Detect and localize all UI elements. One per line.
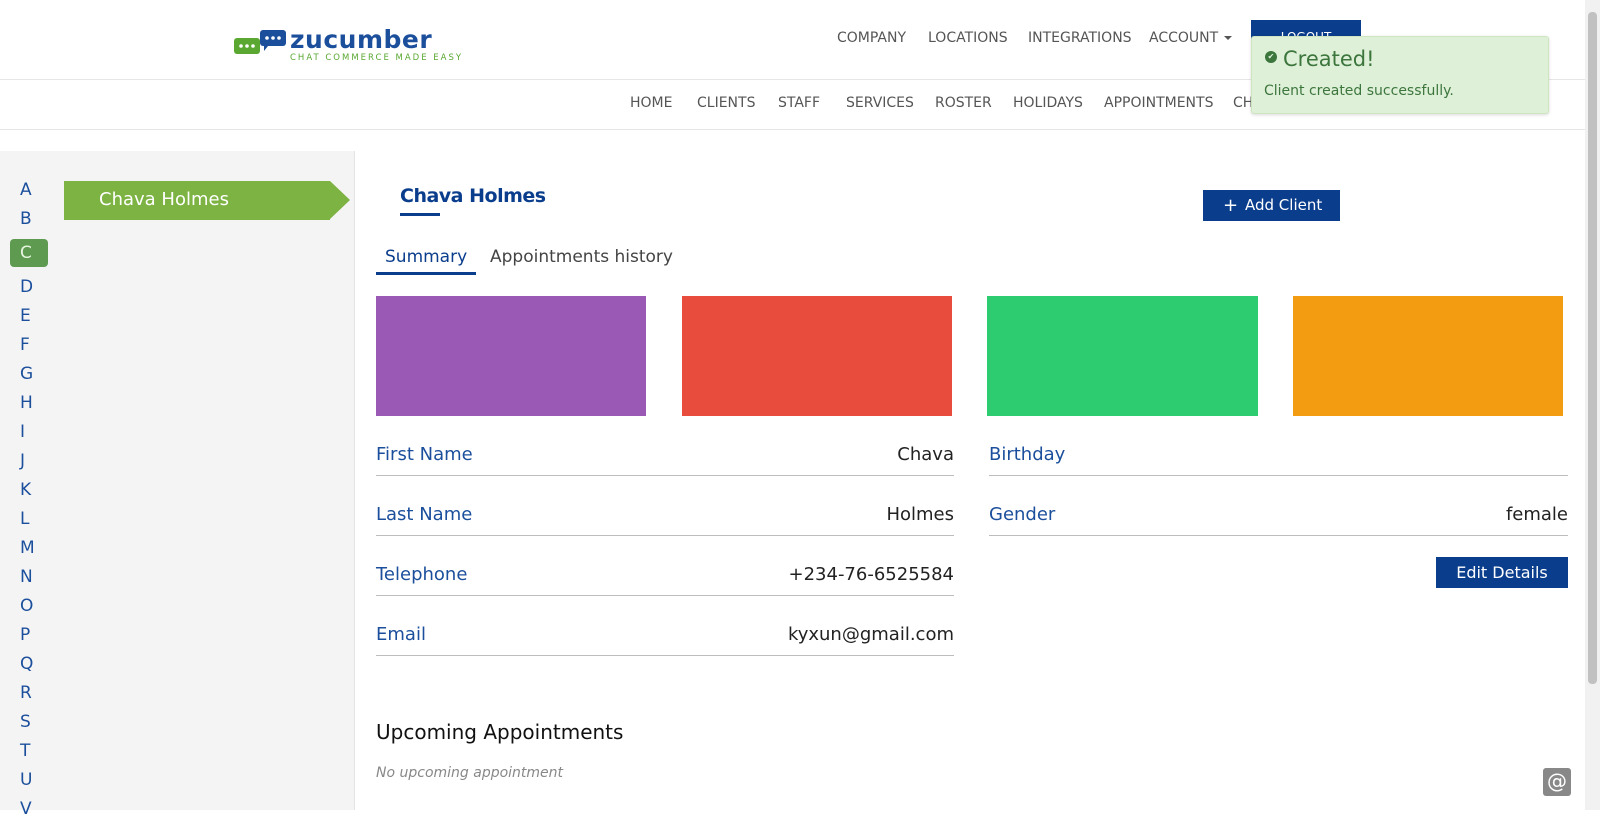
- client-list-item[interactable]: Chava Holmes: [64, 181, 350, 220]
- success-toast[interactable]: ✔ Created! Client created successfully.: [1251, 36, 1549, 114]
- letter-i[interactable]: I: [10, 418, 48, 446]
- at-icon[interactable]: @: [1543, 768, 1571, 796]
- telephone-label: Telephone: [376, 564, 468, 585]
- email-value: kyxun@gmail.com: [787, 624, 954, 645]
- tab-appointments-history[interactable]: Appointments history: [490, 247, 673, 267]
- nav-account[interactable]: ACCOUNT: [1149, 30, 1233, 46]
- nav-company[interactable]: COMPANY: [837, 30, 906, 46]
- letter-r[interactable]: R: [10, 679, 48, 707]
- letter-l[interactable]: L: [10, 505, 48, 533]
- letter-h[interactable]: H: [10, 389, 48, 417]
- last-name-label: Last Name: [376, 504, 473, 525]
- brand-name: zucumber: [290, 25, 433, 54]
- letter-f[interactable]: F: [10, 331, 48, 359]
- scrollbar-thumb[interactable]: [1588, 12, 1597, 684]
- birthday-label: Birthday: [989, 444, 1066, 465]
- tab-summary[interactable]: Summary: [385, 247, 467, 267]
- letter-p[interactable]: P: [10, 621, 48, 649]
- email-label: Email: [376, 624, 426, 645]
- last-name-value: Holmes: [886, 504, 954, 525]
- summary-tile-purple: [376, 296, 646, 416]
- subnav-home[interactable]: HOME: [630, 95, 672, 111]
- letter-k[interactable]: K: [10, 476, 48, 504]
- letter-t[interactable]: T: [10, 737, 48, 765]
- first-name-label: First Name: [376, 444, 473, 465]
- plus-icon: +: [1223, 195, 1239, 216]
- letter-n[interactable]: N: [10, 563, 48, 591]
- gender-value: female: [1505, 504, 1568, 525]
- check-circle-icon: ✔: [1265, 51, 1277, 63]
- no-upcoming-text: No upcoming appointment: [376, 765, 564, 781]
- add-client-label: Add Client: [1245, 196, 1323, 214]
- letter-g[interactable]: G: [10, 360, 48, 388]
- letter-m[interactable]: M: [10, 534, 48, 562]
- nav-account-label: ACCOUNT: [1149, 30, 1219, 46]
- letter-e[interactable]: E: [10, 302, 48, 330]
- brand-tagline: CHAT COMMERCE MADE EASY: [290, 53, 464, 63]
- page-scrollbar[interactable]: [1585, 0, 1600, 810]
- toast-message: Client created successfully.: [1264, 83, 1454, 99]
- subnav-appointments[interactable]: APPOINTMENTS: [1104, 95, 1213, 111]
- edit-details-button[interactable]: Edit Details: [1436, 557, 1568, 588]
- active-tab-indicator: [376, 272, 476, 275]
- brand-logo[interactable]: zucumber CHAT COMMERCE MADE EASY: [234, 25, 461, 63]
- caret-down-icon: [1224, 36, 1233, 40]
- gender-label: Gender: [989, 504, 1056, 525]
- summary-tile-green: [987, 296, 1258, 416]
- subnav-staff[interactable]: STAFF: [778, 95, 820, 111]
- nav-locations[interactable]: LOCATIONS: [928, 30, 1008, 46]
- nav-integrations[interactable]: INTEGRATIONS: [1028, 30, 1132, 46]
- letter-q[interactable]: Q: [10, 650, 48, 678]
- subnav-clients[interactable]: CLIENTS: [697, 95, 755, 111]
- subnav-services[interactable]: SERVICES: [846, 95, 914, 111]
- client-list-item-label: Chava Holmes: [99, 189, 229, 210]
- client-title: Chava Holmes: [400, 185, 546, 207]
- toast-title: Created!: [1283, 47, 1375, 71]
- client-sidebar: [0, 151, 355, 810]
- summary-tile-red: [682, 296, 952, 416]
- letter-u[interactable]: U: [10, 766, 48, 794]
- letter-b[interactable]: B: [10, 205, 48, 233]
- add-client-button[interactable]: + Add Client: [1203, 190, 1340, 221]
- first-name-value: Chava: [897, 444, 954, 465]
- letter-s[interactable]: S: [10, 708, 48, 736]
- upcoming-appointments-heading: Upcoming Appointments: [376, 720, 624, 744]
- summary-tile-orange: [1293, 296, 1563, 416]
- letter-o[interactable]: O: [10, 592, 48, 620]
- letter-d[interactable]: D: [10, 273, 48, 301]
- letter-v[interactable]: V: [10, 795, 48, 823]
- letter-a[interactable]: A: [10, 176, 48, 204]
- letter-j[interactable]: J: [10, 447, 48, 475]
- subnav-roster[interactable]: ROSTER: [935, 95, 992, 111]
- subnav-holidays[interactable]: HOLIDAYS: [1013, 95, 1083, 111]
- telephone-value: +234-76-6525584: [788, 564, 955, 585]
- chat-bubbles-icon: [234, 30, 286, 54]
- title-underline: [400, 213, 440, 216]
- letter-c[interactable]: C: [10, 239, 48, 267]
